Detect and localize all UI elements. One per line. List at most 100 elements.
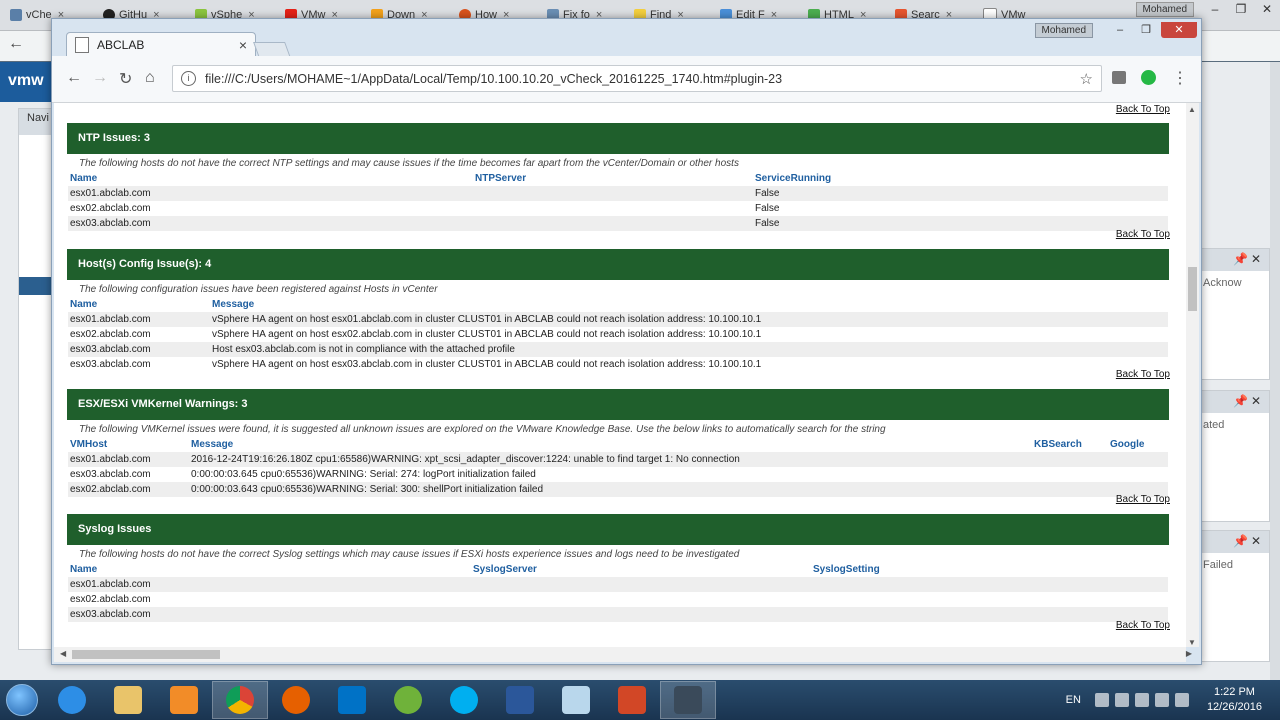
section-header: Host(s) Config Issue(s): 4 — [67, 249, 1169, 280]
table-header-row: Name NTPServer ServiceRunning — [68, 171, 1168, 186]
taskbar-app-internet-explorer[interactable] — [44, 681, 100, 719]
scrollbar-thumb[interactable] — [72, 650, 220, 659]
browser-tab[interactable]: ABCLAB × — [66, 32, 256, 56]
table-cell: esx02.abclab.com — [70, 203, 151, 214]
table-cell: esx01.abclab.com — [68, 312, 210, 327]
page-icon — [75, 36, 89, 53]
reload-icon[interactable]: ↻ — [119, 69, 132, 89]
taskbar-app-word[interactable] — [492, 681, 548, 719]
firefox-icon — [282, 686, 310, 714]
scrollbar-thumb[interactable] — [1188, 267, 1197, 311]
scroll-right-icon[interactable]: ▶ — [1186, 649, 1192, 658]
google-search-link[interactable] — [1108, 452, 1168, 467]
maximize-icon[interactable]: ❐ — [1135, 23, 1157, 37]
taskbar-app-firefox[interactable] — [268, 681, 324, 719]
show-hidden-icons-icon[interactable] — [1094, 693, 1109, 707]
whatsapp-extension-icon[interactable] — [1141, 70, 1156, 85]
minimize-icon[interactable]: – — [1109, 23, 1131, 37]
table-cell: 2016-12-24T19:16:26.180Z cpu1:65586)WARN… — [189, 452, 1032, 467]
column-header[interactable]: SyslogServer — [471, 562, 811, 577]
snagit-icon — [674, 686, 702, 714]
volume-icon[interactable] — [1174, 693, 1189, 707]
table-cell — [473, 186, 753, 201]
chrome-icon — [226, 686, 254, 714]
kb-search-link[interactable] — [1032, 452, 1108, 467]
scroll-down-icon[interactable]: ▼ — [1188, 638, 1196, 647]
back-arrow-icon[interactable]: ← — [8, 35, 24, 53]
address-bar[interactable]: i file:///C:/Users/MOHAME~1/AppData/Loca… — [172, 65, 1102, 92]
horizontal-scrollbar[interactable]: ◀ ▶ — [54, 647, 1192, 662]
section-description: The following configuration issues have … — [79, 284, 438, 295]
profile-badge[interactable]: Mohamed — [1034, 22, 1093, 38]
taskbar-app-powerpoint[interactable] — [604, 681, 660, 719]
column-header[interactable]: NTPServer — [473, 171, 753, 186]
minimize-icon[interactable]: – — [1202, 2, 1228, 16]
column-header[interactable]: Name — [68, 171, 473, 186]
kb-search-link[interactable] — [1032, 482, 1108, 497]
forward-arrow-icon[interactable]: → — [92, 69, 108, 87]
bookmark-star-icon[interactable]: ☆ — [1080, 70, 1093, 88]
back-to-top-link[interactable]: Back To Top — [1116, 369, 1170, 380]
column-header[interactable]: Google — [1108, 437, 1168, 452]
taskbar-app-snagit[interactable] — [660, 681, 716, 719]
power-icon[interactable] — [1134, 693, 1149, 707]
maximize-icon[interactable]: ❐ — [1228, 2, 1254, 16]
flag-icon[interactable] — [1114, 693, 1129, 707]
column-header[interactable]: SyslogSetting — [811, 562, 1168, 577]
extension-icon[interactable] — [1112, 71, 1126, 84]
scroll-up-icon[interactable]: ▲ — [1188, 105, 1196, 114]
close-window-icon[interactable]: ✕ — [1161, 22, 1197, 38]
close-icon[interactable]: ✕ — [1251, 252, 1261, 266]
back-to-top-link[interactable]: Back To Top — [1116, 104, 1170, 115]
home-icon[interactable]: ⌂ — [145, 69, 155, 87]
column-header[interactable]: Name — [68, 297, 210, 312]
column-header[interactable]: Message — [189, 437, 1032, 452]
pin-icon[interactable]: 📌 — [1233, 394, 1248, 408]
close-icon[interactable]: ✕ — [1251, 534, 1261, 548]
pin-icon[interactable]: 📌 — [1233, 252, 1248, 266]
column-header[interactable]: VMHost — [68, 437, 189, 452]
column-header[interactable]: KBSearch — [1032, 437, 1108, 452]
language-indicator[interactable]: EN — [1066, 694, 1081, 706]
background-scrollbar[interactable] — [1270, 62, 1280, 680]
taskbar-app-chrome[interactable] — [212, 681, 268, 719]
table-cell — [811, 607, 1168, 622]
column-header[interactable]: Name — [68, 562, 471, 577]
taskbar-app-skype[interactable] — [436, 681, 492, 719]
pin-icon[interactable]: 📌 — [1233, 534, 1248, 548]
back-to-top-link[interactable]: Back To Top — [1116, 620, 1170, 631]
close-icon[interactable]: ✕ — [1254, 2, 1280, 16]
menu-icon[interactable]: ⋮ — [1172, 68, 1188, 88]
info-icon[interactable]: i — [181, 71, 196, 86]
network-icon[interactable] — [1154, 693, 1169, 707]
close-tab-icon[interactable]: × — [239, 37, 247, 53]
start-button[interactable] — [0, 680, 44, 720]
table-row: esx01.abclab.com False — [68, 186, 1168, 201]
back-to-top-link[interactable]: Back To Top — [1116, 229, 1170, 240]
url-text[interactable]: file:///C:/Users/MOHAME~1/AppData/Local/… — [205, 72, 1080, 86]
kb-search-link[interactable] — [1032, 467, 1108, 482]
back-to-top-link[interactable]: Back To Top — [1116, 494, 1170, 505]
table-cell: esx01.abclab.com — [68, 186, 473, 201]
column-header[interactable]: ServiceRunning — [753, 171, 1168, 186]
taskbar-app-outlook[interactable] — [324, 681, 380, 719]
taskbar-app-media-player[interactable] — [156, 681, 212, 719]
column-header[interactable]: Message — [210, 297, 1168, 312]
back-arrow-icon[interactable]: ← — [66, 69, 82, 87]
chrome-window: Mohamed – ❐ ✕ ABCLAB × ← → ↻ ⌂ i file://… — [51, 18, 1202, 665]
close-icon[interactable]: ✕ — [1251, 394, 1261, 408]
google-search-link[interactable] — [1108, 467, 1168, 482]
section-header: NTP Issues: 3 — [67, 123, 1169, 154]
background-user-badge[interactable]: Mohamed — [1135, 2, 1194, 17]
scroll-left-icon[interactable]: ◀ — [60, 649, 66, 658]
table-row: esx03.abclab.com Host esx03.abclab.com is… — [68, 342, 1168, 357]
ntp-table: Name NTPServer ServiceRunning esx01.abcl… — [68, 171, 1168, 231]
clock[interactable]: 1:22 PM 12/26/2016 — [1207, 685, 1262, 715]
background-tab-label: vChe — [26, 9, 52, 21]
vertical-scrollbar[interactable]: ▲ ▼ — [1186, 103, 1199, 647]
table-cell: esx02.abclab.com — [70, 594, 151, 605]
taskbar-app-file-explorer[interactable] — [100, 681, 156, 719]
taskbar-app-notepad[interactable] — [548, 681, 604, 719]
taskbar-app-utorrent[interactable] — [380, 681, 436, 719]
report-section-syslog: Syslog Issues The following hosts do not… — [67, 514, 1169, 622]
